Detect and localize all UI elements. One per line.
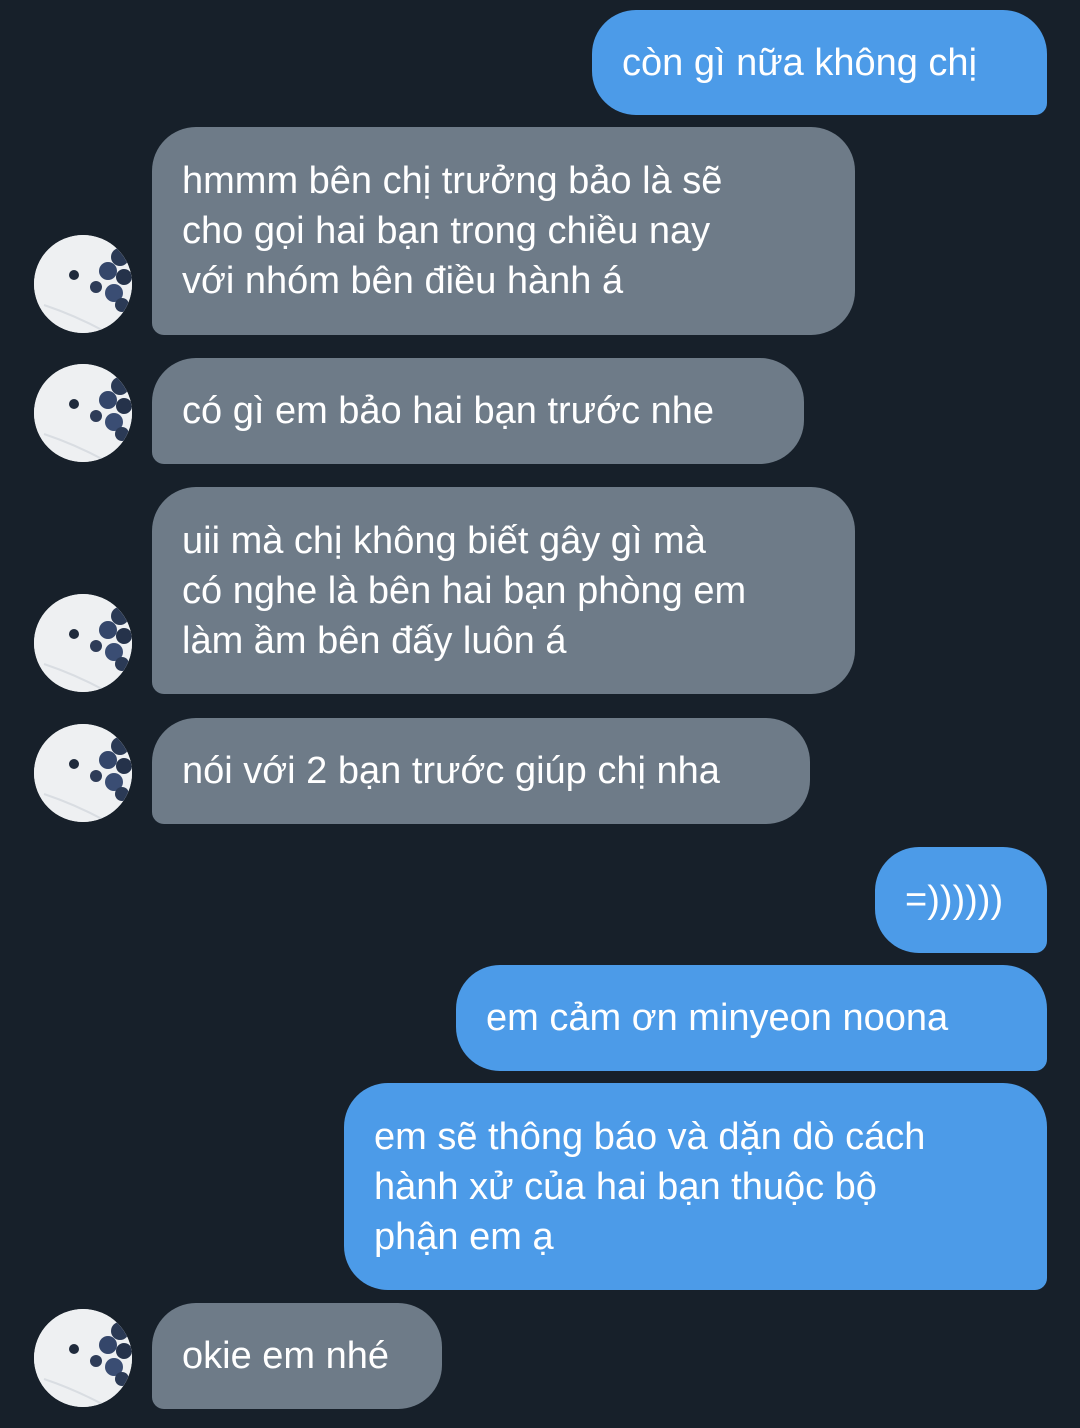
chat-thread: còn gì nữa không chị hmmm bên chị trưởng…	[0, 0, 1080, 1428]
message-text: okie em nhé	[182, 1335, 390, 1377]
message-bubble[interactable]: em cảm ơn minyeon noona	[456, 965, 1047, 1071]
message-bubble[interactable]: nói với 2 bạn trước giúp chị nha	[152, 718, 810, 824]
message-text: em cảm ơn minyeon noona	[486, 997, 949, 1039]
message-bubble[interactable]: hmmm bên chị trưởng bảo là sẽ cho gọi ha…	[152, 127, 855, 335]
message-text: còn gì nữa không chị	[622, 41, 978, 84]
message-bubble[interactable]: còn gì nữa không chị	[592, 10, 1047, 115]
message-text: uii mà chị không biết gây gì mà có nghe …	[182, 519, 747, 662]
contact-avatar-icon[interactable]	[34, 724, 132, 822]
message-text: =))))))	[905, 879, 1004, 921]
contact-avatar-icon[interactable]	[34, 1309, 132, 1407]
message-text: em sẽ thông báo và dặn dò cách hành xử c…	[374, 1115, 926, 1258]
contact-avatar-icon[interactable]	[34, 594, 132, 692]
contact-avatar-icon[interactable]	[34, 235, 132, 333]
message-bubble[interactable]: có gì em bảo hai bạn trước nhe	[152, 358, 804, 464]
message-bubble[interactable]: uii mà chị không biết gây gì mà có nghe …	[152, 487, 855, 694]
contact-avatar-icon[interactable]	[34, 364, 132, 462]
message-text: nói với 2 bạn trước giúp chị nha	[182, 750, 720, 792]
message-text: có gì em bảo hai bạn trước nhe	[182, 390, 714, 432]
message-bubble[interactable]: okie em nhé	[152, 1303, 442, 1409]
message-bubble[interactable]: em sẽ thông báo và dặn dò cách hành xử c…	[344, 1083, 1047, 1290]
message-text: hmmm bên chị trưởng bảo là sẽ cho gọi ha…	[182, 160, 723, 302]
message-bubble[interactable]: =))))))	[875, 847, 1047, 953]
